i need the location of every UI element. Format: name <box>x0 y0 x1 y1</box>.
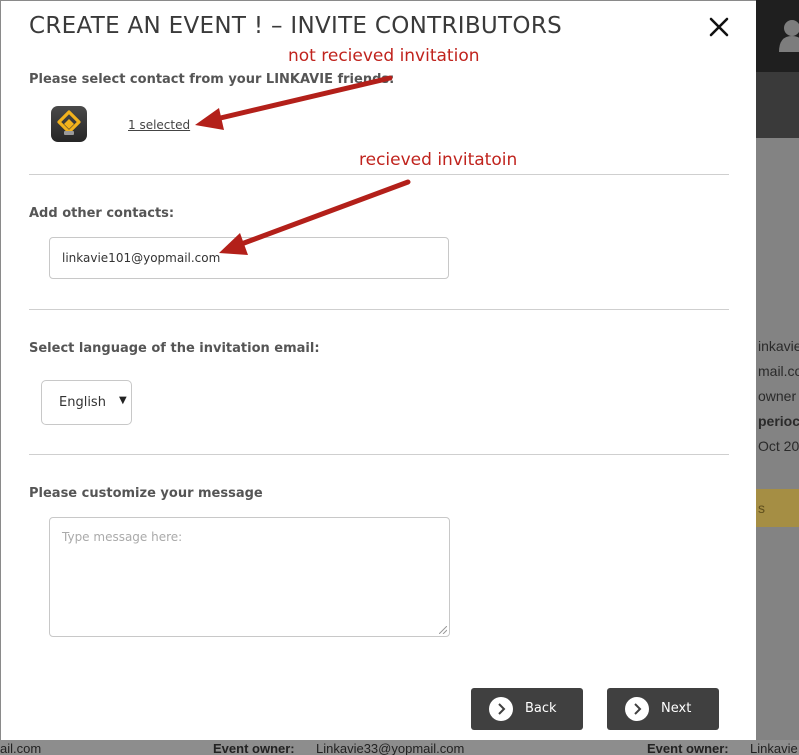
modal-title: CREATE AN EVENT ! – INVITE CONTRIBUTORS <box>29 13 562 39</box>
background-nav-bar <box>756 72 799 138</box>
annotation-not-received: not recieved invitation <box>288 46 480 66</box>
background-gold-bar: s <box>756 489 799 527</box>
background-footer: ail.com Event owner: Linkavie33@yopmail.… <box>0 740 799 755</box>
annotation-received: recieved invitatoin <box>359 150 518 170</box>
message-label: Please customize your message <box>29 486 263 501</box>
back-button[interactable]: Back <box>471 688 583 730</box>
other-contacts-label: Add other contacts: <box>29 206 175 221</box>
close-icon[interactable] <box>705 13 733 41</box>
language-select[interactable]: English ▼ <box>41 380 132 425</box>
selected-friends-link[interactable]: 1 selected <box>128 118 190 132</box>
owner-label: Event owner: <box>647 741 729 755</box>
friends-label: Please select contact from your LINKAVIE… <box>29 72 395 87</box>
background-text-line: perioc <box>758 413 799 429</box>
linkavie-logo-icon[interactable] <box>51 106 87 142</box>
footer-owner-label-2: Event owner: <box>647 741 729 755</box>
footer-owner-value: Linkavie33@yopmail.com <box>316 741 465 755</box>
background-text-line: Oct 20 <box>758 438 799 454</box>
language-selected-value: English <box>59 395 106 410</box>
back-button-label: Back <box>525 701 557 716</box>
section-divider <box>29 309 729 310</box>
footer-owner-label: Event owner: <box>213 741 295 755</box>
section-divider <box>29 454 729 455</box>
other-contacts-input[interactable]: linkavie101@yopmail.com <box>49 237 449 279</box>
background-text-line: owner <box>758 388 797 404</box>
other-contacts-value: linkavie101@yopmail.com <box>62 251 221 265</box>
language-label: Select language of the invitation email: <box>29 341 320 356</box>
next-button[interactable]: Next <box>607 688 719 730</box>
owner-label: Event owner: <box>213 741 295 755</box>
message-placeholder: Type message here: <box>62 530 183 544</box>
section-divider <box>29 174 729 175</box>
next-button-label: Next <box>661 701 692 716</box>
message-textarea[interactable]: Type message here: <box>49 517 450 637</box>
dropdown-caret-icon: ▼ <box>119 395 127 406</box>
background-text-line: mail.co <box>758 363 799 379</box>
user-avatar-icon <box>779 18 799 52</box>
resize-grip-icon[interactable] <box>439 626 447 634</box>
invite-contributors-modal: CREATE AN EVENT ! – INVITE CONTRIBUTORS … <box>1 1 756 740</box>
footer-owner-value-2: Linkavie <box>750 741 798 755</box>
footer-text: ail.com <box>0 741 42 755</box>
chevron-right-icon <box>489 697 513 721</box>
chevron-right-icon <box>625 697 649 721</box>
background-text-line: inkavie <box>758 338 799 354</box>
